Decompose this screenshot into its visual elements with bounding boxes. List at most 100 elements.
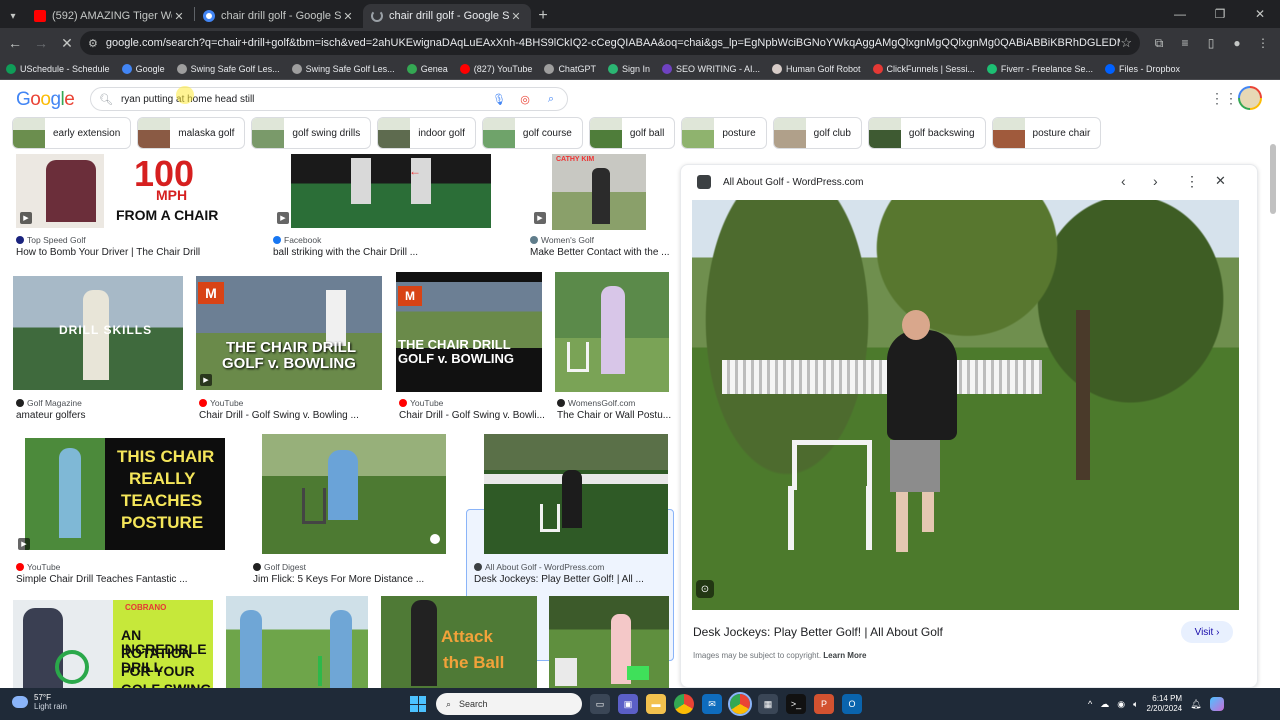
account-avatar[interactable] <box>1238 86 1262 110</box>
image-result[interactable]: DRILL SKILLS Golf Magazine amateur golfe… <box>13 276 188 426</box>
windows-start-icon[interactable] <box>410 696 426 712</box>
back-arrow-icon[interactable]: ← <box>2 30 28 56</box>
image-result[interactable]: THIS CHAIR REALLY TEACHES POSTURE ▶ YouT… <box>16 438 248 588</box>
file-explorer-icon[interactable]: ▬ <box>646 694 666 714</box>
next-arrow-icon[interactable]: › <box>1153 173 1158 189</box>
search-box[interactable]: 🔍︎ ryan putting at home head still 🎙︎ ◎ … <box>90 87 568 111</box>
notification-icon[interactable]: 🔔︎ <box>1190 699 1201 710</box>
close-window-icon[interactable]: ✕ <box>1240 0 1280 28</box>
result-thumbnail[interactable]: Attack the Ball <box>381 596 537 688</box>
bookmark-item[interactable]: Sign In <box>607 63 650 74</box>
result-thumbnail[interactable]: M THE CHAIR DRILL GOLF v. BOWLING <box>396 272 542 392</box>
search-submit-icon[interactable]: ⌕ <box>543 93 559 106</box>
result-caption[interactable]: The Chair or Wall Postu... <box>557 410 673 421</box>
lens-icon[interactable]: ◎ <box>517 93 533 106</box>
result-thumbnail[interactable] <box>549 596 669 688</box>
image-result[interactable]: M THE CHAIR DRILL GOLF v. BOWLING YouTub… <box>396 272 546 426</box>
taskbar-search[interactable]: ⌕ Search <box>436 693 582 715</box>
related-search-chip[interactable]: posture <box>681 117 767 149</box>
image-result[interactable]: M THE CHAIR DRILL GOLF v. BOWLING ▶ YouT… <box>196 276 386 426</box>
bookmark-item[interactable]: Google <box>121 63 165 74</box>
close-tab-icon[interactable]: ✕ <box>172 10 186 23</box>
result-caption[interactable]: Simple Chair Drill Teaches Fantastic ... <box>16 574 246 585</box>
image-result[interactable]: COBRANO AN INCREDIBLE ROTATION DRILL FOR… <box>13 600 215 688</box>
result-caption[interactable]: Chair Drill - Golf Swing v. Bowling ... <box>199 410 385 421</box>
related-search-chip[interactable]: golf club <box>772 117 862 149</box>
result-thumbnail[interactable]: ← <box>291 154 491 228</box>
copilot-icon[interactable] <box>1209 697 1224 711</box>
chrome-icon[interactable] <box>674 694 694 714</box>
reading-list-icon[interactable]: ≡ <box>1174 31 1196 55</box>
page-scrollbar[interactable] <box>1270 144 1276 214</box>
result-thumbnail[interactable]: M THE CHAIR DRILL GOLF v. BOWLING ▶ <box>196 276 382 390</box>
result-caption[interactable]: amateur golfers <box>16 410 188 421</box>
image-result[interactable]: Golf Digest Jim Flick: 5 Keys For More D… <box>253 434 453 588</box>
url-text[interactable]: google.com/search?q=chair+drill+golf&tbm… <box>106 37 1120 49</box>
result-thumbnail[interactable]: THIS CHAIR REALLY TEACHES POSTURE <box>25 438 225 550</box>
result-thumbnail[interactable]: 100 MPH FROM A CHAIR ▶ <box>16 154 236 228</box>
result-thumbnail[interactable] <box>484 434 668 554</box>
show-hidden-icons[interactable]: ^ <box>1088 699 1092 709</box>
result-thumbnail[interactable] <box>262 434 446 554</box>
microphone-icon[interactable]: 🎙︎ <box>491 93 507 106</box>
calculator-icon[interactable]: ▦ <box>758 694 778 714</box>
bookmark-item[interactable]: Fiverr - Freelance Se... <box>986 63 1093 74</box>
result-thumbnail[interactable] <box>555 272 669 392</box>
lens-search-icon[interactable]: ⊙ <box>696 580 714 598</box>
result-caption[interactable]: How to Bomb Your Driver | The Chair Dril… <box>16 247 256 258</box>
result-thumbnail[interactable]: CATHY KIM <box>552 154 646 230</box>
related-search-chip[interactable]: indoor golf <box>377 117 476 149</box>
bookmark-item[interactable]: (827) YouTube <box>459 63 532 74</box>
tab-google-search-1[interactable]: chair drill golf - Google Search ✕ <box>195 4 363 28</box>
image-result[interactable]: WomensGolf.com The Chair or Wall Postu..… <box>555 272 675 426</box>
teams-icon[interactable]: ▣ <box>618 694 638 714</box>
previous-arrow-icon[interactable]: ‹ <box>1121 173 1126 189</box>
powerpoint-icon[interactable]: P <box>814 694 834 714</box>
image-result[interactable]: ← ▶ Facebook ball striking with the Chai… <box>273 154 513 258</box>
image-result-selected[interactable]: All About Golf - WordPress.com Desk Jock… <box>472 434 672 588</box>
preview-title[interactable]: Desk Jockeys: Play Better Golf! | All Ab… <box>693 625 943 639</box>
restore-icon[interactable]: ❐ <box>1200 0 1240 28</box>
result-caption[interactable]: Jim Flick: 5 Keys For More Distance ... <box>253 574 453 585</box>
related-search-chip[interactable]: golf course <box>481 117 583 149</box>
extensions-icon[interactable]: ⧉ <box>1148 31 1170 55</box>
related-search-chip[interactable]: malaska golf <box>137 117 246 149</box>
profile-icon[interactable]: ● <box>1226 31 1248 55</box>
bookmark-item[interactable]: ChatGPT <box>544 63 596 74</box>
learn-more-link[interactable]: Learn More <box>823 651 866 660</box>
image-result[interactable]: CATHY KIM ▶ Women's Golf Make Better Con… <box>530 154 670 258</box>
clock[interactable]: 6:14 PM 2/20/2024 <box>1147 694 1183 714</box>
chrome-active-icon[interactable] <box>728 692 752 716</box>
address-bar[interactable]: ⚙ google.com/search?q=chair+drill+golf&t… <box>80 31 1140 55</box>
preview-image[interactable]: ⊙ <box>692 200 1239 610</box>
bookmark-item[interactable]: ClickFunnels | Sessi... <box>872 63 975 74</box>
weather-widget[interactable]: 57°F Light rain <box>12 693 67 711</box>
forward-arrow-icon[interactable]: → <box>28 30 54 56</box>
bookmark-item[interactable]: SEO WRITING - AI... <box>661 63 760 74</box>
close-panel-icon[interactable]: ✕ <box>1215 173 1226 189</box>
bookmark-item[interactable]: Swing Safe Golf Les... <box>176 63 280 74</box>
bookmark-item[interactable]: USchedule - Schedule <box>6 63 110 74</box>
related-search-chip[interactable]: posture chair <box>991 117 1102 149</box>
tab-youtube[interactable]: (592) AMAZING Tiger Woods' F ✕ <box>26 4 194 28</box>
visit-button[interactable]: Visit › <box>1181 621 1233 643</box>
related-search-chip[interactable]: golf backswing <box>867 117 986 149</box>
related-search-chip[interactable]: golf swing drills <box>251 117 372 149</box>
terminal-icon[interactable]: >_ <box>786 694 806 714</box>
minimize-icon[interactable]: — <box>1160 0 1200 28</box>
side-panel-icon[interactable]: ▯ <box>1200 31 1222 55</box>
bookmark-item[interactable]: Human Golf Robot <box>772 63 861 74</box>
mail-icon[interactable]: ✉ <box>702 694 722 714</box>
tab-search-icon[interactable]: ▾ <box>0 4 26 28</box>
image-result[interactable]: 100 MPH FROM A CHAIR ▶ Top Speed Golf Ho… <box>16 154 256 258</box>
close-tab-icon[interactable]: ✕ <box>509 10 523 23</box>
stop-loading-icon[interactable]: ✕ <box>54 30 80 56</box>
bookmark-item[interactable]: Swing Safe Golf Les... <box>291 63 395 74</box>
result-caption[interactable]: ball striking with the Chair Drill ... <box>273 247 513 258</box>
bookmark-item[interactable]: Files - Dropbox <box>1104 63 1180 74</box>
result-thumbnail[interactable]: DRILL SKILLS <box>13 276 183 390</box>
related-search-chip[interactable]: golf ball <box>588 117 676 149</box>
volume-icon[interactable]: 🔈︎ <box>1133 699 1138 710</box>
result-thumbnail[interactable]: COBRANO AN INCREDIBLE ROTATION DRILL FOR… <box>13 600 213 688</box>
search-input[interactable]: ryan putting at home head still <box>121 94 481 105</box>
